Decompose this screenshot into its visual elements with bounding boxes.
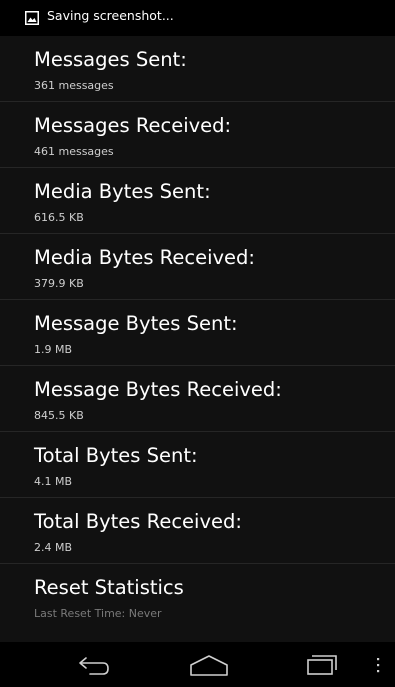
recent-apps-icon[interactable] — [298, 648, 346, 680]
status-bar: Saving screenshot... — [0, 0, 395, 33]
stat-value: 361 messages — [34, 79, 114, 92]
stat-value: 1.9 MB — [34, 343, 73, 356]
reset-statistics-button[interactable]: Reset Statistics Last Reset Time: Never — [0, 564, 395, 630]
stat-value: 4.1 MB — [34, 475, 73, 488]
stat-title: Messages Received: — [34, 114, 232, 137]
stat-title: Reset Statistics — [34, 576, 184, 599]
last-reset-time: Last Reset Time: Never — [34, 607, 162, 620]
stat-message-bytes-received[interactable]: Message Bytes Received: 845.5 KB — [0, 366, 395, 432]
stat-message-bytes-sent[interactable]: Message Bytes Sent: 1.9 MB — [0, 300, 395, 366]
stat-value: 616.5 KB — [34, 211, 84, 224]
stat-title: Message Bytes Received: — [34, 378, 282, 401]
stat-title: Total Bytes Sent: — [34, 444, 198, 467]
stat-value: 845.5 KB — [34, 409, 84, 422]
stat-total-bytes-sent[interactable]: Total Bytes Sent: 4.1 MB — [0, 432, 395, 498]
stat-messages-sent[interactable]: Messages Sent: 361 messages — [0, 36, 395, 102]
stat-title: Messages Sent: — [34, 48, 187, 71]
stat-total-bytes-received[interactable]: Total Bytes Received: 2.4 MB — [0, 498, 395, 564]
stat-title: Media Bytes Received: — [34, 246, 255, 269]
stat-value: 2.4 MB — [34, 541, 73, 554]
stat-value: 379.9 KB — [34, 277, 84, 290]
statistics-list[interactable]: Messages Sent: 361 messages Messages Rec… — [0, 36, 395, 642]
stat-media-bytes-sent[interactable]: Media Bytes Sent: 616.5 KB — [0, 168, 395, 234]
stat-media-bytes-received[interactable]: Media Bytes Received: 379.9 KB — [0, 234, 395, 300]
navigation-bar — [0, 642, 395, 687]
stat-title: Total Bytes Received: — [34, 510, 242, 533]
overflow-menu-icon[interactable] — [370, 648, 386, 680]
stat-messages-received[interactable]: Messages Received: 461 messages — [0, 102, 395, 168]
image-icon — [25, 10, 39, 25]
stat-title: Message Bytes Sent: — [34, 312, 238, 335]
back-icon[interactable] — [70, 648, 118, 680]
home-icon[interactable] — [185, 648, 233, 680]
status-notification-text: Saving screenshot... — [47, 8, 174, 23]
stat-title: Media Bytes Sent: — [34, 180, 211, 203]
stat-value: 461 messages — [34, 145, 114, 158]
